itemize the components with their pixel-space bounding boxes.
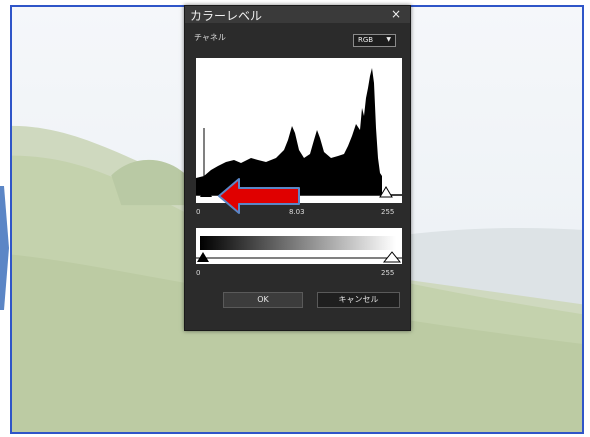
dropdown-arrow-icon: ▼ xyxy=(386,36,391,43)
ok-button[interactable]: OK xyxy=(223,292,303,308)
histogram-shape xyxy=(196,68,382,195)
close-icon[interactable]: × xyxy=(391,7,401,21)
dialog-titlebar[interactable]: カラーレベル × xyxy=(185,6,410,23)
output-gradient xyxy=(196,236,402,263)
input-white-value: 255 xyxy=(381,208,395,216)
cancel-button[interactable]: キャンセル xyxy=(317,292,400,308)
channel-label: チャネル xyxy=(194,33,226,42)
output-black-slider-icon xyxy=(197,252,209,262)
output-gradient-bar xyxy=(200,236,396,250)
output-black-value: 0 xyxy=(196,269,201,277)
output-levels-panel xyxy=(196,228,402,264)
side-panel-tab[interactable] xyxy=(0,186,9,310)
input-black-value: 0 xyxy=(196,208,201,216)
output-white-slider-icon xyxy=(382,251,402,263)
color-levels-dialog: カラーレベル × チャネル RGB ▼ 0 8.03 255 0 255 OK … xyxy=(184,5,411,331)
channel-select[interactable]: RGB ▼ xyxy=(353,34,396,47)
channel-select-value: RGB xyxy=(358,36,374,44)
output-white-value: 255 xyxy=(381,269,395,277)
dialog-title: カラーレベル xyxy=(190,9,263,23)
red-arrow-annotation xyxy=(218,178,300,214)
